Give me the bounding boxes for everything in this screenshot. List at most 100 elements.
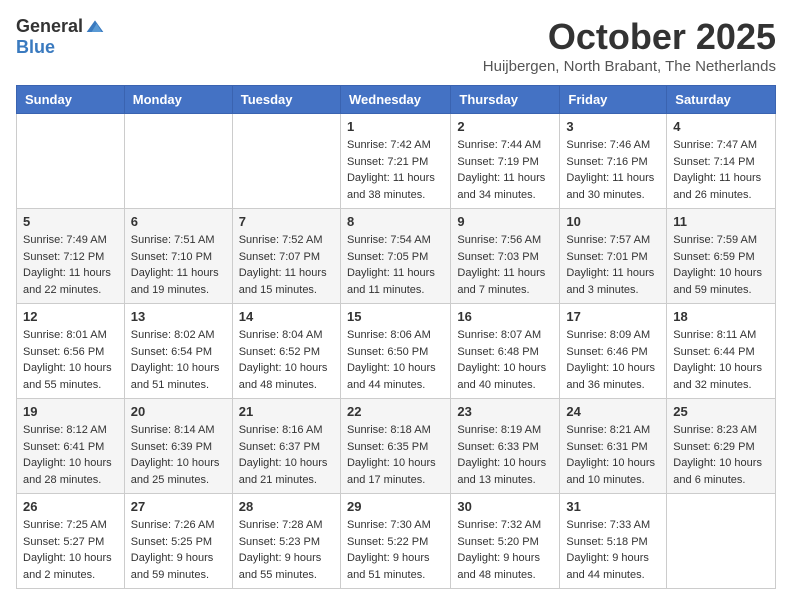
- day-info: Sunrise: 7:28 AM Sunset: 5:23 PM Dayligh…: [239, 517, 334, 583]
- day-header-sunday: Sunday: [17, 86, 125, 114]
- calendar-cell: 7 Sunrise: 7:52 AM Sunset: 7:07 PM Daylig…: [232, 209, 340, 304]
- day-number: 9: [457, 214, 553, 229]
- day-number: 31: [566, 499, 660, 514]
- day-info: Sunrise: 7:56 AM Sunset: 7:03 PM Dayligh…: [457, 232, 553, 298]
- calendar-table: SundayMondayTuesdayWednesdayThursdayFrid…: [16, 85, 776, 589]
- day-info: Sunrise: 7:32 AM Sunset: 5:20 PM Dayligh…: [457, 517, 553, 583]
- day-info: Sunrise: 8:18 AM Sunset: 6:35 PM Dayligh…: [347, 422, 444, 488]
- location: Huijbergen, North Brabant, The Netherlan…: [483, 58, 776, 75]
- day-info: Sunrise: 7:30 AM Sunset: 5:22 PM Dayligh…: [347, 517, 444, 583]
- calendar-cell: 16Sunrise: 8:07 AM Sunset: 6:48 PM Dayli…: [451, 304, 560, 399]
- day-info: Sunrise: 8:11 AM Sunset: 6:44 PM Dayligh…: [673, 327, 769, 393]
- day-info: Sunrise: 7:59 AM Sunset: 6:59 PM Dayligh…: [673, 232, 769, 298]
- day-info: Sunrise: 7:47 AM Sunset: 7:14 PM Dayligh…: [673, 137, 769, 203]
- day-info: Sunrise: 8:02 AM Sunset: 6:54 PM Dayligh…: [131, 327, 226, 393]
- calendar-cell: 12 Sunrise: 8:01 AM Sunset: 6:56 PM Dayli…: [17, 304, 125, 399]
- calendar-cell: 3 Sunrise: 7:46 AM Sunset: 7:16 PM Daylig…: [560, 114, 667, 209]
- day-number: 6: [131, 214, 226, 229]
- calendar-cell: 19Sunrise: 8:12 AM Sunset: 6:41 PM Dayli…: [17, 399, 125, 494]
- day-number: 25: [673, 404, 769, 419]
- day-number: 8: [347, 214, 444, 229]
- calendar-cell: 1 Sunrise: 7:42 AM Sunset: 7:21 PM Daylig…: [340, 114, 450, 209]
- calendar-cell: 6Sunrise: 7:51 AM Sunset: 7:10 PM Daylig…: [124, 209, 232, 304]
- page-header: General Blue October 2025 Huijbergen, No…: [16, 16, 776, 75]
- calendar-cell: 27Sunrise: 7:26 AM Sunset: 5:25 PM Dayli…: [124, 494, 232, 589]
- day-info: Sunrise: 7:42 AM Sunset: 7:21 PM Dayligh…: [347, 137, 444, 203]
- day-info: Sunrise: 8:19 AM Sunset: 6:33 PM Dayligh…: [457, 422, 553, 488]
- day-info: Sunrise: 7:25 AM Sunset: 5:27 PM Dayligh…: [23, 517, 118, 583]
- calendar-week-row: 5 Sunrise: 7:49 AM Sunset: 7:12 PM Daylig…: [17, 209, 776, 304]
- day-header-monday: Monday: [124, 86, 232, 114]
- day-number: 26: [23, 499, 118, 514]
- day-info: Sunrise: 8:23 AM Sunset: 6:29 PM Dayligh…: [673, 422, 769, 488]
- calendar-week-row: 19Sunrise: 8:12 AM Sunset: 6:41 PM Dayli…: [17, 399, 776, 494]
- calendar-cell: 10Sunrise: 7:57 AM Sunset: 7:01 PM Dayli…: [560, 209, 667, 304]
- day-header-tuesday: Tuesday: [232, 86, 340, 114]
- day-info: Sunrise: 7:49 AM Sunset: 7:12 PM Dayligh…: [23, 232, 118, 298]
- day-header-thursday: Thursday: [451, 86, 560, 114]
- calendar-cell: 21Sunrise: 8:16 AM Sunset: 6:37 PM Dayli…: [232, 399, 340, 494]
- calendar-cell: 14Sunrise: 8:04 AM Sunset: 6:52 PM Dayli…: [232, 304, 340, 399]
- calendar-week-row: 12 Sunrise: 8:01 AM Sunset: 6:56 PM Dayli…: [17, 304, 776, 399]
- day-number: 19: [23, 404, 118, 419]
- calendar-cell: [667, 494, 776, 589]
- calendar-cell: 17Sunrise: 8:09 AM Sunset: 6:46 PM Dayli…: [560, 304, 667, 399]
- day-number: 12: [23, 309, 118, 324]
- day-number: 20: [131, 404, 226, 419]
- calendar-cell: 9 Sunrise: 7:56 AM Sunset: 7:03 PM Daylig…: [451, 209, 560, 304]
- day-info: Sunrise: 8:01 AM Sunset: 6:56 PM Dayligh…: [23, 327, 118, 393]
- day-info: Sunrise: 7:46 AM Sunset: 7:16 PM Dayligh…: [566, 137, 660, 203]
- day-info: Sunrise: 8:04 AM Sunset: 6:52 PM Dayligh…: [239, 327, 334, 393]
- day-info: Sunrise: 7:33 AM Sunset: 5:18 PM Dayligh…: [566, 517, 660, 583]
- logo: General Blue: [16, 16, 105, 58]
- day-number: 30: [457, 499, 553, 514]
- day-info: Sunrise: 7:57 AM Sunset: 7:01 PM Dayligh…: [566, 232, 660, 298]
- calendar-cell: 4 Sunrise: 7:47 AM Sunset: 7:14 PM Daylig…: [667, 114, 776, 209]
- logo-blue-text: Blue: [16, 37, 55, 58]
- day-number: 3: [566, 119, 660, 134]
- day-number: 24: [566, 404, 660, 419]
- calendar-cell: 28 Sunrise: 7:28 AM Sunset: 5:23 PM Dayli…: [232, 494, 340, 589]
- day-number: 23: [457, 404, 553, 419]
- day-number: 7: [239, 214, 334, 229]
- day-info: Sunrise: 8:16 AM Sunset: 6:37 PM Dayligh…: [239, 422, 334, 488]
- calendar-cell: [17, 114, 125, 209]
- calendar-cell: 29 Sunrise: 7:30 AM Sunset: 5:22 PM Dayli…: [340, 494, 450, 589]
- day-info: Sunrise: 7:54 AM Sunset: 7:05 PM Dayligh…: [347, 232, 444, 298]
- calendar-cell: 11Sunrise: 7:59 AM Sunset: 6:59 PM Dayli…: [667, 209, 776, 304]
- day-number: 4: [673, 119, 769, 134]
- calendar-cell: 26 Sunrise: 7:25 AM Sunset: 5:27 PM Dayli…: [17, 494, 125, 589]
- day-number: 2: [457, 119, 553, 134]
- day-number: 28: [239, 499, 334, 514]
- day-info: Sunrise: 7:52 AM Sunset: 7:07 PM Dayligh…: [239, 232, 334, 298]
- day-number: 1: [347, 119, 444, 134]
- calendar-cell: 2 Sunrise: 7:44 AM Sunset: 7:19 PM Daylig…: [451, 114, 560, 209]
- day-info: Sunrise: 8:06 AM Sunset: 6:50 PM Dayligh…: [347, 327, 444, 393]
- day-info: Sunrise: 8:07 AM Sunset: 6:48 PM Dayligh…: [457, 327, 553, 393]
- calendar-cell: 30 Sunrise: 7:32 AM Sunset: 5:20 PM Dayli…: [451, 494, 560, 589]
- day-number: 27: [131, 499, 226, 514]
- calendar-cell: 22 Sunrise: 8:18 AM Sunset: 6:35 PM Dayli…: [340, 399, 450, 494]
- calendar-cell: [232, 114, 340, 209]
- day-number: 5: [23, 214, 118, 229]
- calendar-header-row: SundayMondayTuesdayWednesdayThursdayFrid…: [17, 86, 776, 114]
- calendar-cell: 23 Sunrise: 8:19 AM Sunset: 6:33 PM Dayli…: [451, 399, 560, 494]
- calendar-cell: 25 Sunrise: 8:23 AM Sunset: 6:29 PM Dayli…: [667, 399, 776, 494]
- day-number: 29: [347, 499, 444, 514]
- title-section: October 2025 Huijbergen, North Brabant, …: [483, 16, 776, 75]
- calendar-cell: 8 Sunrise: 7:54 AM Sunset: 7:05 PM Daylig…: [340, 209, 450, 304]
- logo-general-text: General: [16, 16, 83, 37]
- calendar-week-row: 1 Sunrise: 7:42 AM Sunset: 7:21 PM Daylig…: [17, 114, 776, 209]
- day-header-friday: Friday: [560, 86, 667, 114]
- calendar-cell: 5 Sunrise: 7:49 AM Sunset: 7:12 PM Daylig…: [17, 209, 125, 304]
- day-info: Sunrise: 8:21 AM Sunset: 6:31 PM Dayligh…: [566, 422, 660, 488]
- day-number: 13: [131, 309, 226, 324]
- day-info: Sunrise: 8:09 AM Sunset: 6:46 PM Dayligh…: [566, 327, 660, 393]
- calendar-cell: 24 Sunrise: 8:21 AM Sunset: 6:31 PM Dayli…: [560, 399, 667, 494]
- calendar-cell: 31 Sunrise: 7:33 AM Sunset: 5:18 PM Dayli…: [560, 494, 667, 589]
- calendar-cell: 18Sunrise: 8:11 AM Sunset: 6:44 PM Dayli…: [667, 304, 776, 399]
- day-header-wednesday: Wednesday: [340, 86, 450, 114]
- calendar-cell: [124, 114, 232, 209]
- day-number: 22: [347, 404, 444, 419]
- day-info: Sunrise: 7:44 AM Sunset: 7:19 PM Dayligh…: [457, 137, 553, 203]
